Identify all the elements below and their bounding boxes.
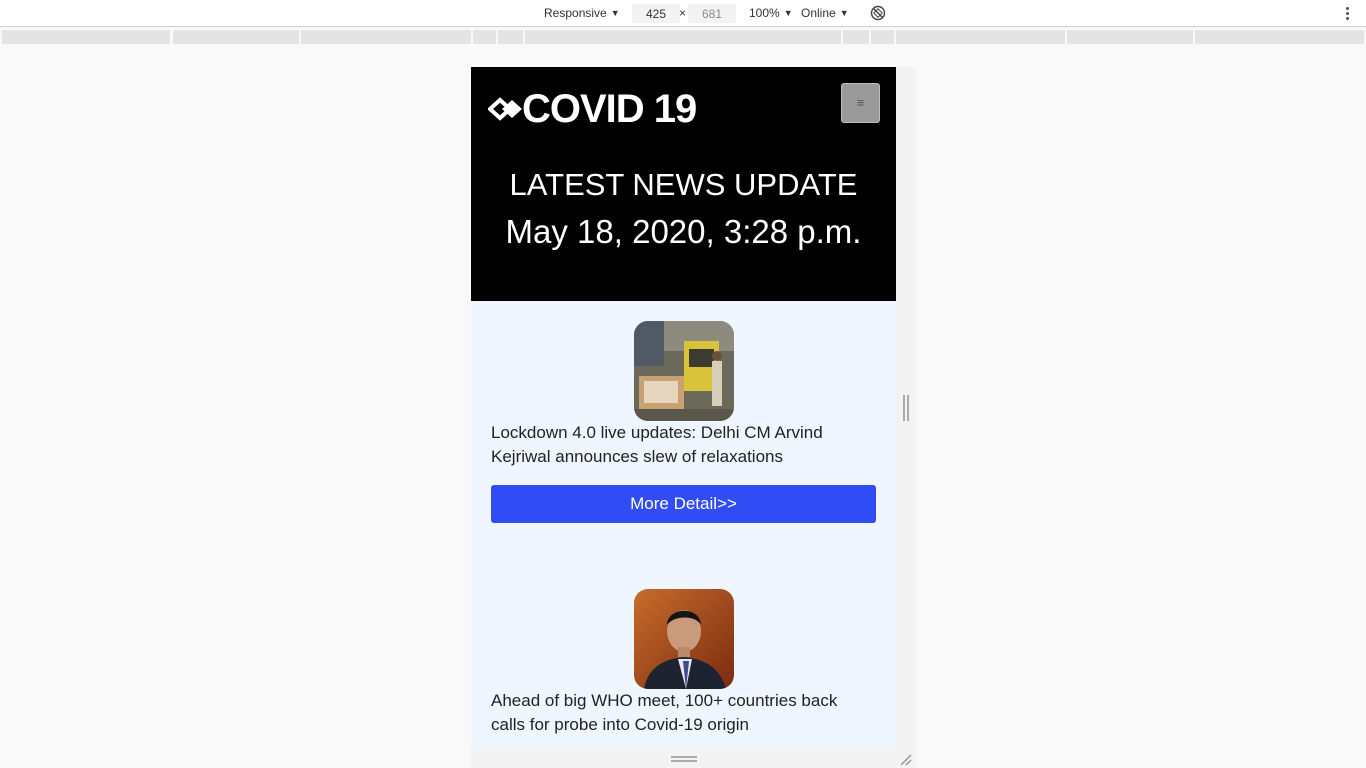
zoom-dropdown[interactable]: 100% ▼ — [749, 6, 793, 20]
device-mode-dropdown[interactable]: Responsive ▼ — [544, 6, 620, 20]
rotate-icon[interactable] — [870, 5, 886, 21]
dimension-separator: × — [679, 6, 687, 20]
news-card: Ahead of big WHO meet, 100+ countries ba… — [471, 589, 896, 748]
zoom-label: 100% — [749, 6, 780, 20]
news-card: Lockdown 4.0 live updates: Delhi CM Arvi… — [471, 321, 896, 541]
device-mode-label: Responsive — [544, 6, 607, 20]
viewport-height-input[interactable]: 681 — [688, 4, 736, 23]
page-headline: LATEST NEWS UPDATE — [509, 167, 858, 202]
menu-toggle-button[interactable]: ≡ — [841, 83, 880, 123]
site-header: COVID 19 ≡ LATEST NEWS UPDATE May 18, 20… — [471, 67, 896, 301]
news-thumbnail-lockdown — [634, 321, 734, 421]
network-throttle-dropdown[interactable]: Online ▼ — [801, 6, 849, 20]
network-label: Online — [801, 6, 836, 20]
news-title[interactable]: Lockdown 4.0 live updates: Delhi CM Arvi… — [491, 421, 876, 469]
hamburger-icon: ≡ — [856, 95, 865, 110]
brand-name: COVID 19 — [522, 87, 697, 131]
chevron-down-icon: ▼ — [783, 8, 793, 18]
devtools-device-toolbar: Responsive ▼ 425 × 681 100% ▼ Online ▼ — [0, 0, 1366, 27]
more-options-icon[interactable] — [1342, 5, 1352, 21]
resize-height-handle[interactable] — [671, 756, 697, 762]
more-detail-button[interactable]: More Detail>> — [491, 485, 876, 523]
news-title[interactable]: Ahead of big WHO meet, 100+ countries ba… — [491, 689, 876, 737]
device-viewport: COVID 19 ≡ LATEST NEWS UPDATE May 18, 20… — [471, 67, 896, 748]
news-thumbnail-leader — [634, 589, 734, 689]
viewport-width-input[interactable]: 425 — [632, 4, 680, 23]
update-date: May 18, 2020, 3:28 p.m. — [505, 213, 862, 250]
resize-corner-handle[interactable] — [898, 752, 912, 766]
site-logo[interactable]: COVID 19 — [488, 87, 697, 131]
diamond-logo-icon — [488, 97, 522, 121]
chevron-down-icon: ▼ — [610, 8, 620, 18]
chevron-down-icon: ▼ — [839, 8, 849, 18]
resize-width-handle[interactable] — [903, 395, 909, 421]
media-query-bar[interactable] — [2, 30, 1364, 44]
